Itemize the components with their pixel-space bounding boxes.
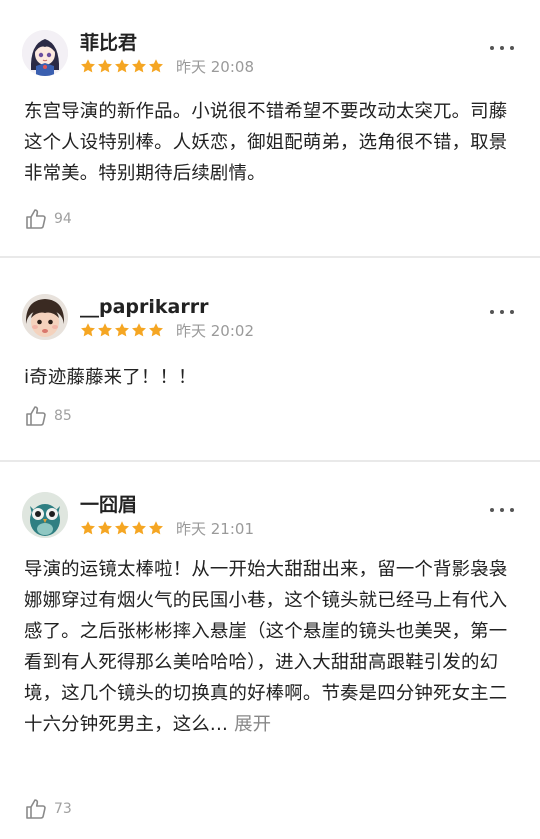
star-icon (132, 323, 146, 337)
like-count: 73 (54, 801, 72, 817)
more-dots-icon (490, 310, 494, 314)
star-icon (98, 521, 112, 535)
star-rating (80, 58, 164, 74)
star-icon (115, 521, 129, 535)
more-options-button[interactable] (490, 506, 514, 514)
review-header: 一囧眉 昨天 21:01 (22, 492, 516, 540)
star-icon (115, 59, 129, 73)
expand-link[interactable]: 展开 (234, 714, 271, 735)
more-options-button[interactable] (490, 308, 514, 316)
review-meta: 昨天 21:01 (80, 518, 254, 538)
review-card: 一囧眉 昨天 21:01 导演的运镜太棒啦！从一开始大甜甜出来，留一个背影袅袅娜… (0, 462, 540, 839)
like-button[interactable]: 94 (24, 207, 72, 231)
star-icon (132, 59, 146, 73)
star-icon (149, 521, 163, 535)
like-button[interactable]: 85 (24, 404, 72, 428)
more-dots-icon (490, 508, 494, 512)
thumbs-up-icon (26, 406, 46, 426)
review-time: 昨天 21:01 (176, 519, 254, 538)
star-icon (132, 521, 146, 535)
star-icon (149, 323, 163, 337)
avatar[interactable] (22, 294, 68, 340)
anime-girl-avatar-icon (22, 30, 68, 76)
star-icon (81, 521, 95, 535)
star-rating (80, 520, 164, 536)
review-content: i奇迹藤藤来了！！！ (24, 367, 197, 388)
review-meta: 昨天 20:02 (80, 320, 254, 340)
avatar[interactable] (22, 30, 68, 76)
review-card: __paprikarrr 昨天 20:02 i奇迹藤藤来了！！！ 85 (0, 258, 540, 460)
reviewer-name[interactable]: 一囧眉 (80, 492, 137, 518)
star-icon (81, 59, 95, 73)
more-dots-icon (490, 46, 494, 50)
like-count: 94 (54, 211, 72, 227)
review-meta: 昨天 20:08 (80, 56, 254, 76)
avatar[interactable] (22, 492, 68, 538)
owl-avatar-icon (22, 492, 68, 538)
review-header: __paprikarrr 昨天 20:02 (22, 294, 516, 342)
reviewer-name[interactable]: __paprikarrr (80, 294, 208, 320)
child-photo-avatar-icon (22, 294, 68, 340)
star-icon (98, 59, 112, 73)
star-icon (149, 59, 163, 73)
like-count: 85 (54, 408, 72, 424)
review-time: 昨天 20:02 (176, 321, 254, 340)
review-text: 导演的运镜太棒啦！从一开始大甜甜出来，留一个背影袅袅娜娜穿过有烟火气的民国小巷，… (24, 559, 508, 735)
star-icon (98, 323, 112, 337)
review-content: 东宫导演的新作品。小说很不错希望不要改动太突兀。司藤这个人设特别棒。人妖恋，御姐… (24, 101, 508, 184)
reviewer-name[interactable]: 菲比君 (80, 30, 137, 56)
review-card: 菲比君 昨天 20:08 东宫导演的新作品。小说很不错希望不要改动太突兀。司藤这… (0, 0, 540, 256)
like-button[interactable]: 73 (24, 797, 72, 821)
more-options-button[interactable] (490, 44, 514, 52)
star-rating (80, 322, 164, 338)
star-icon (81, 323, 95, 337)
thumbs-up-icon (26, 799, 46, 819)
star-icon (115, 323, 129, 337)
review-content: 导演的运镜太棒啦！从一开始大甜甜出来，留一个背影袅袅娜娜穿过有烟火气的民国小巷，… (24, 554, 520, 740)
review-header: 菲比君 昨天 20:08 (22, 30, 516, 78)
review-time: 昨天 20:08 (176, 57, 254, 76)
thumbs-up-icon (26, 209, 46, 229)
